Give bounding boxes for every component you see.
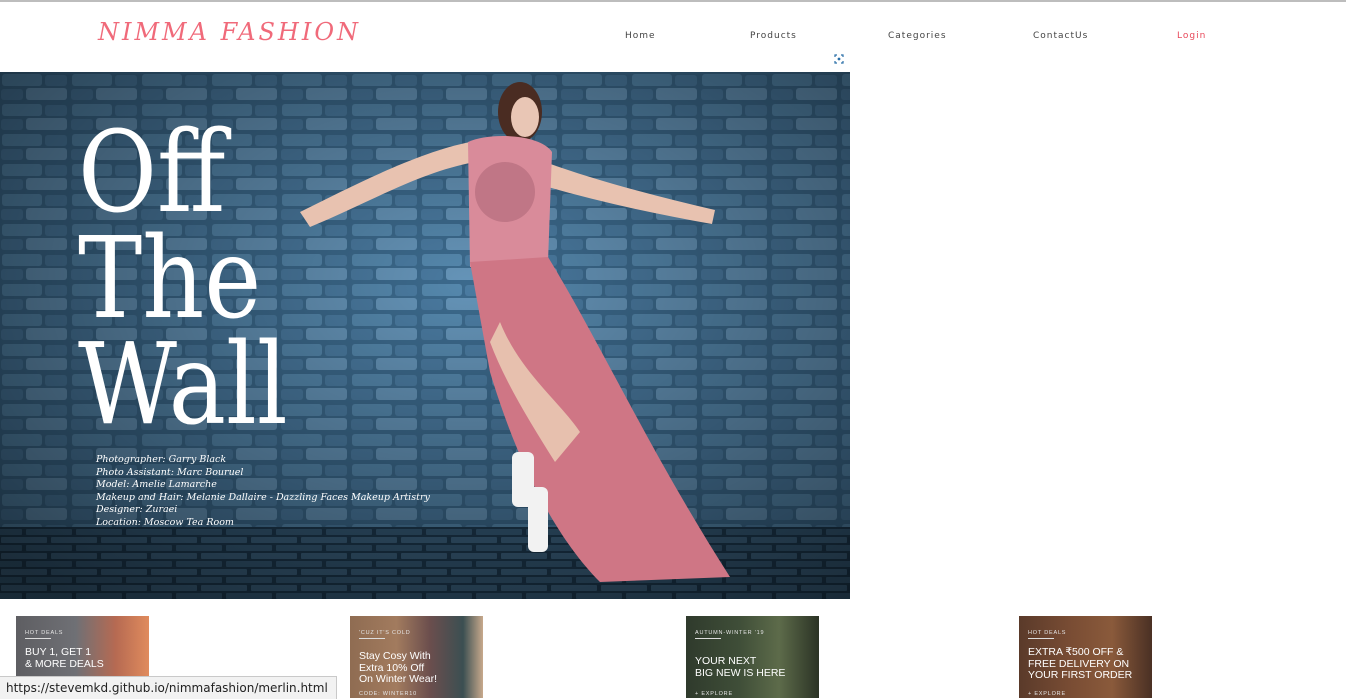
promo-headline: YOUR NEXT BIG NEW IS HERE (695, 655, 786, 679)
promo-tag: HOT DEALS (1028, 630, 1067, 636)
promo-tag: 'CUZ IT'S COLD (359, 630, 411, 636)
credit-line: Model: Amelie Lamarche (96, 479, 217, 491)
brand-logo[interactable]: NIMMA FASHION (98, 18, 361, 46)
hero-title-line: Off (78, 108, 226, 238)
browser-status-bar: https://stevemkd.github.io/nimmafashion/… (0, 676, 337, 699)
hero-title: Off The Wall (78, 108, 288, 450)
hero-banner[interactable]: Off The Wall Photographer: Garry Black P… (0, 72, 850, 599)
fullscreen-icon[interactable] (834, 54, 844, 64)
credit-line: Makeup and Hair: Melanie Dallaire - Dazz… (96, 491, 430, 503)
credit-line: Photographer: Garry Black (96, 454, 227, 465)
promo-tag: HOT DEALS (25, 630, 64, 636)
browser-top-border (0, 0, 1346, 2)
credit-line: Photo Assistant: Marc Bouruel (96, 466, 244, 478)
promo-card-first-order[interactable]: HOT DEALS EXTRA ₹500 OFF & FREE DELIVERY… (1019, 616, 1152, 698)
nav-login[interactable]: Login (1177, 31, 1206, 41)
promo-tag: AUTUMN-WINTER '19 (695, 630, 765, 636)
hero-title-line: The (78, 214, 262, 344)
promo-divider (359, 638, 385, 639)
promo-card-winter[interactable]: 'CUZ IT'S COLD Stay Cosy With Extra 10% … (350, 616, 483, 698)
credit-line: Designer: Zuraei (96, 504, 178, 516)
promo-divider (695, 638, 721, 639)
promo-footer: CODE: WINTER10 (359, 691, 417, 697)
nav-home[interactable]: Home (625, 31, 656, 41)
promo-headline: Stay Cosy With Extra 10% Off On Winter W… (359, 650, 437, 685)
promo-footer: + EXPLORE (695, 691, 733, 697)
photo-credits: Photographer: Garry Black Photo Assistan… (96, 454, 430, 530)
promo-divider (1028, 638, 1054, 639)
promo-headline: EXTRA ₹500 OFF & FREE DELIVERY ON YOUR F… (1028, 646, 1133, 681)
nav-products[interactable]: Products (750, 31, 797, 41)
promo-headline: BUY 1, GET 1 & MORE DEALS (25, 646, 104, 670)
credit-line: Location: Moscow Tea Room (96, 516, 234, 528)
promo-card-autumn-winter[interactable]: AUTUMN-WINTER '19 YOUR NEXT BIG NEW IS H… (686, 616, 819, 698)
nav-contact-us[interactable]: ContactUs (1033, 31, 1088, 41)
promo-footer: + EXPLORE (1028, 691, 1066, 697)
nav-categories[interactable]: Categories (888, 31, 947, 41)
promo-divider (25, 638, 51, 639)
hero-title-line: Wall (78, 320, 288, 450)
